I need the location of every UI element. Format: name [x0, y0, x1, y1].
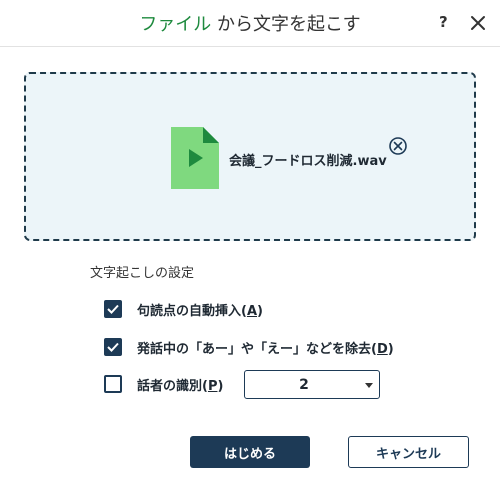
remove-file-icon[interactable]: [388, 136, 408, 156]
option-speaker-identification[interactable]: 話者の識別(P): [104, 372, 223, 396]
close-icon[interactable]: [468, 13, 488, 33]
option-auto-punctuation[interactable]: 句読点の自動挿入(A): [104, 297, 263, 321]
remove-fillers-label: 発話中の「あー」や「えー」などを除去(D): [137, 341, 394, 357]
speaker-identification-checkbox[interactable]: [104, 375, 122, 393]
speaker-count-value: 2: [299, 377, 309, 393]
option-remove-fillers[interactable]: 発話中の「あー」や「えー」などを除去(D): [104, 335, 394, 359]
dialog-title-accent: ファイル: [139, 14, 212, 35]
remove-fillers-checkbox[interactable]: [104, 338, 122, 356]
audio-file-icon: [171, 127, 219, 189]
dialog-title-text: から文字を起こす: [211, 14, 361, 35]
title-bar: ファイル から文字を起こす ?: [0, 0, 500, 47]
help-button[interactable]: ?: [439, 13, 448, 31]
speaker-count-select[interactable]: 2: [244, 370, 380, 399]
auto-punctuation-checkbox[interactable]: [104, 300, 122, 318]
checkmark-icon: [107, 304, 119, 314]
file-drop-zone[interactable]: 会議_フードロス削減.wav: [24, 72, 476, 241]
speaker-identification-label: 話者の識別(P): [137, 378, 224, 394]
file-name: 会議_フードロス削減.wav: [229, 154, 387, 169]
settings-section-title: 文字起こしの設定: [90, 266, 195, 281]
dialog-title: ファイル から文字を起こす: [0, 10, 500, 36]
chevron-down-icon: [365, 383, 373, 388]
checkmark-icon: [107, 342, 119, 352]
cancel-button[interactable]: キャンセル: [348, 436, 469, 468]
start-button[interactable]: はじめる: [190, 436, 310, 468]
auto-punctuation-label: 句読点の自動挿入(A): [137, 303, 263, 319]
